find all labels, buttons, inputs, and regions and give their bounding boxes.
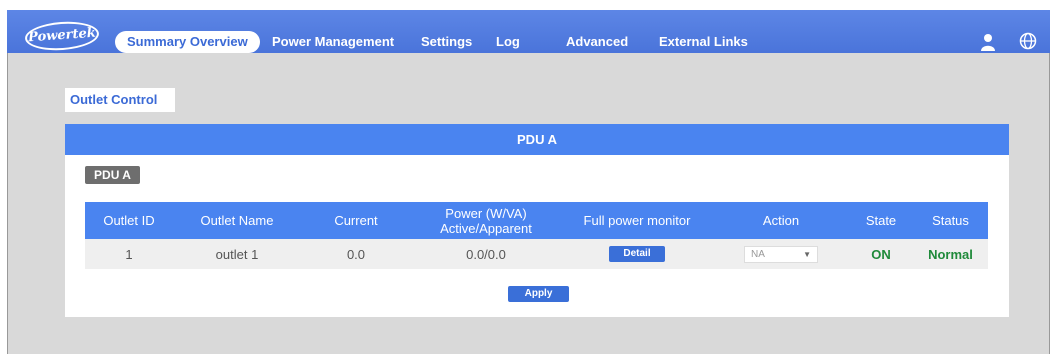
nav-settings[interactable]: Settings — [421, 31, 472, 53]
nav-external-links[interactable]: External Links — [659, 31, 748, 53]
brand-logo[interactable]: Powertek — [24, 19, 100, 53]
chevron-down-icon: ▼ — [803, 249, 811, 259]
col-full-power-monitor: Full power monitor — [583, 213, 691, 228]
cell-action: NA ▼ — [713, 239, 849, 269]
pdu-panel: PDU A PDU A Outlet ID Outlet Name Curren… — [65, 124, 1009, 317]
action-select[interactable]: NA ▼ — [744, 245, 818, 263]
table-row: 1 outlet 1 0.0 0.0/0.0 Detail NA ▼ ON No… — [85, 239, 988, 269]
col-outlet-id: Outlet ID — [103, 213, 155, 228]
col-status: Status — [932, 213, 969, 228]
nav-summary-overview[interactable]: Summary Overview — [115, 31, 260, 53]
cell-status: Normal — [928, 246, 973, 262]
apply-button[interactable]: Apply — [508, 286, 569, 302]
col-outlet-name: Outlet Name — [200, 213, 274, 228]
globe-icon[interactable] — [1019, 32, 1037, 50]
cell-state: ON — [871, 246, 891, 262]
cell-current: 0.0 — [346, 246, 366, 262]
col-power: Power (W/VA) Active/Apparent — [440, 205, 532, 236]
detail-button[interactable]: Detail — [609, 246, 665, 262]
nav-power-management[interactable]: Power Management — [272, 31, 394, 53]
table-header: Outlet ID Outlet Name Current Power (W/V… — [85, 202, 988, 239]
tab-outlet-control[interactable]: Outlet Control — [65, 88, 175, 112]
cell-outlet-name: outlet 1 — [215, 246, 259, 262]
col-action: Action — [762, 213, 800, 228]
user-icon[interactable] — [980, 33, 996, 51]
nav-advanced[interactable]: Advanced — [566, 31, 628, 53]
col-current: Current — [334, 213, 378, 228]
pdu-badge: PDU A — [85, 166, 140, 184]
top-navigation-bar: Powertek Summary Overview Power Manageme… — [7, 10, 1050, 53]
panel-header: PDU A — [65, 124, 1009, 155]
cell-full-power-monitor: Detail — [561, 239, 713, 269]
cell-outlet-id: 1 — [125, 246, 133, 262]
cell-power: 0.0/0.0 — [466, 246, 506, 262]
nav-log[interactable]: Log — [496, 31, 520, 53]
col-state: State — [865, 213, 897, 228]
action-select-value: NA — [751, 248, 765, 260]
